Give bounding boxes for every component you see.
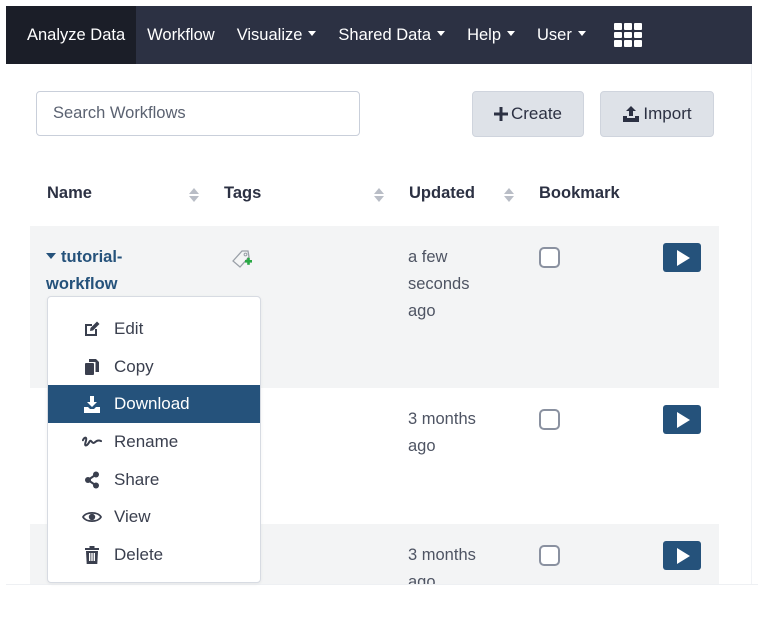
nav-visualize[interactable]: Visualize (226, 6, 328, 64)
sort-icon[interactable] (374, 187, 384, 203)
column-header-bookmark: Bookmark (539, 184, 620, 203)
sort-icon[interactable] (189, 187, 199, 203)
sort-icon[interactable] (504, 187, 514, 203)
updated-time: a few seconds ago (408, 248, 470, 320)
name-line: workflow (46, 275, 118, 293)
menu-item-label: Delete (114, 544, 164, 564)
header-label: Tags (224, 184, 262, 202)
create-label: Create (510, 104, 563, 123)
signature-icon (82, 435, 102, 449)
caret-down-icon (437, 30, 446, 36)
menu-item-label: Share (114, 469, 160, 489)
nav-shared-data[interactable]: Shared Data (327, 6, 456, 64)
menu-item-label: Copy (114, 356, 154, 376)
copy-icon (82, 358, 102, 376)
header-label: Updated (409, 184, 475, 202)
menu-item-share[interactable]: Share (48, 461, 260, 499)
add-tag-icon[interactable] (230, 248, 254, 275)
bookmark-checkbox[interactable] (539, 545, 560, 566)
bookmark-checkbox[interactable] (539, 409, 560, 430)
bookmark-checkbox[interactable] (539, 247, 560, 268)
column-header-tags[interactable]: Tags (224, 184, 261, 203)
nav-label: User (537, 25, 572, 44)
edit-icon (82, 320, 102, 338)
download-icon (82, 395, 102, 413)
nav-label: Visualize (236, 25, 303, 44)
eye-icon (82, 510, 102, 524)
run-workflow-button[interactable] (663, 243, 701, 272)
workflow-name-link[interactable]: tutorial- workflow (46, 244, 186, 298)
updated-time: 3 months ago (408, 546, 476, 584)
upload-icon (622, 106, 640, 122)
menu-item-rename[interactable]: Rename (48, 423, 260, 461)
import-button[interactable]: Import (600, 91, 714, 137)
menu-item-label: Rename (114, 431, 179, 451)
search-workflows-input[interactable] (36, 91, 360, 136)
create-button[interactable]: Create (472, 91, 584, 137)
nav-apps[interactable] (597, 6, 653, 64)
divider (6, 584, 758, 585)
play-icon (677, 411, 690, 428)
menu-item-label: View (114, 507, 151, 527)
import-label: Import (643, 104, 692, 123)
menu-item-copy[interactable]: Copy (48, 348, 260, 386)
column-header-updated[interactable]: Updated (409, 184, 475, 203)
nav-help[interactable]: Help (456, 6, 526, 64)
nav-label: Help (467, 25, 502, 44)
caret-down-icon (308, 30, 317, 36)
column-header-name[interactable]: Name (47, 184, 92, 203)
nav-label: Analyze Data (27, 25, 126, 44)
nav-user[interactable]: User (526, 6, 597, 64)
plus-icon (493, 107, 508, 121)
run-workflow-button[interactable] (663, 541, 701, 570)
menu-item-label: Download (114, 394, 190, 414)
nav-analyze-data[interactable]: Analyze Data (6, 6, 137, 64)
grid-icon (613, 23, 642, 47)
menu-item-edit[interactable]: Edit (48, 310, 260, 348)
caret-down-icon (577, 30, 586, 36)
trash-icon (82, 545, 102, 564)
updated-time: 3 months ago (408, 410, 476, 455)
play-icon (677, 249, 690, 266)
nav-label: Shared Data (338, 25, 432, 44)
menu-item-download[interactable]: Download (48, 385, 260, 424)
nav-workflow[interactable]: Workflow (136, 6, 226, 64)
workflow-actions-menu: Edit Copy Download Rename Share View Del… (47, 296, 261, 583)
share-icon (82, 471, 102, 489)
header-label: Name (47, 184, 92, 202)
run-workflow-button[interactable] (663, 405, 701, 434)
caret-down-icon (507, 30, 516, 36)
menu-item-label: Edit (114, 318, 144, 338)
header-label: Bookmark (539, 184, 620, 202)
nav-label: Workflow (147, 25, 215, 44)
menu-item-delete[interactable]: Delete (48, 536, 260, 574)
caret-down-icon (46, 253, 56, 259)
name-line: tutorial- (61, 248, 123, 266)
menu-item-view[interactable]: View (48, 498, 260, 536)
top-navbar: Analyze Data Workflow Visualize Shared D… (6, 6, 752, 64)
play-icon (677, 547, 690, 564)
